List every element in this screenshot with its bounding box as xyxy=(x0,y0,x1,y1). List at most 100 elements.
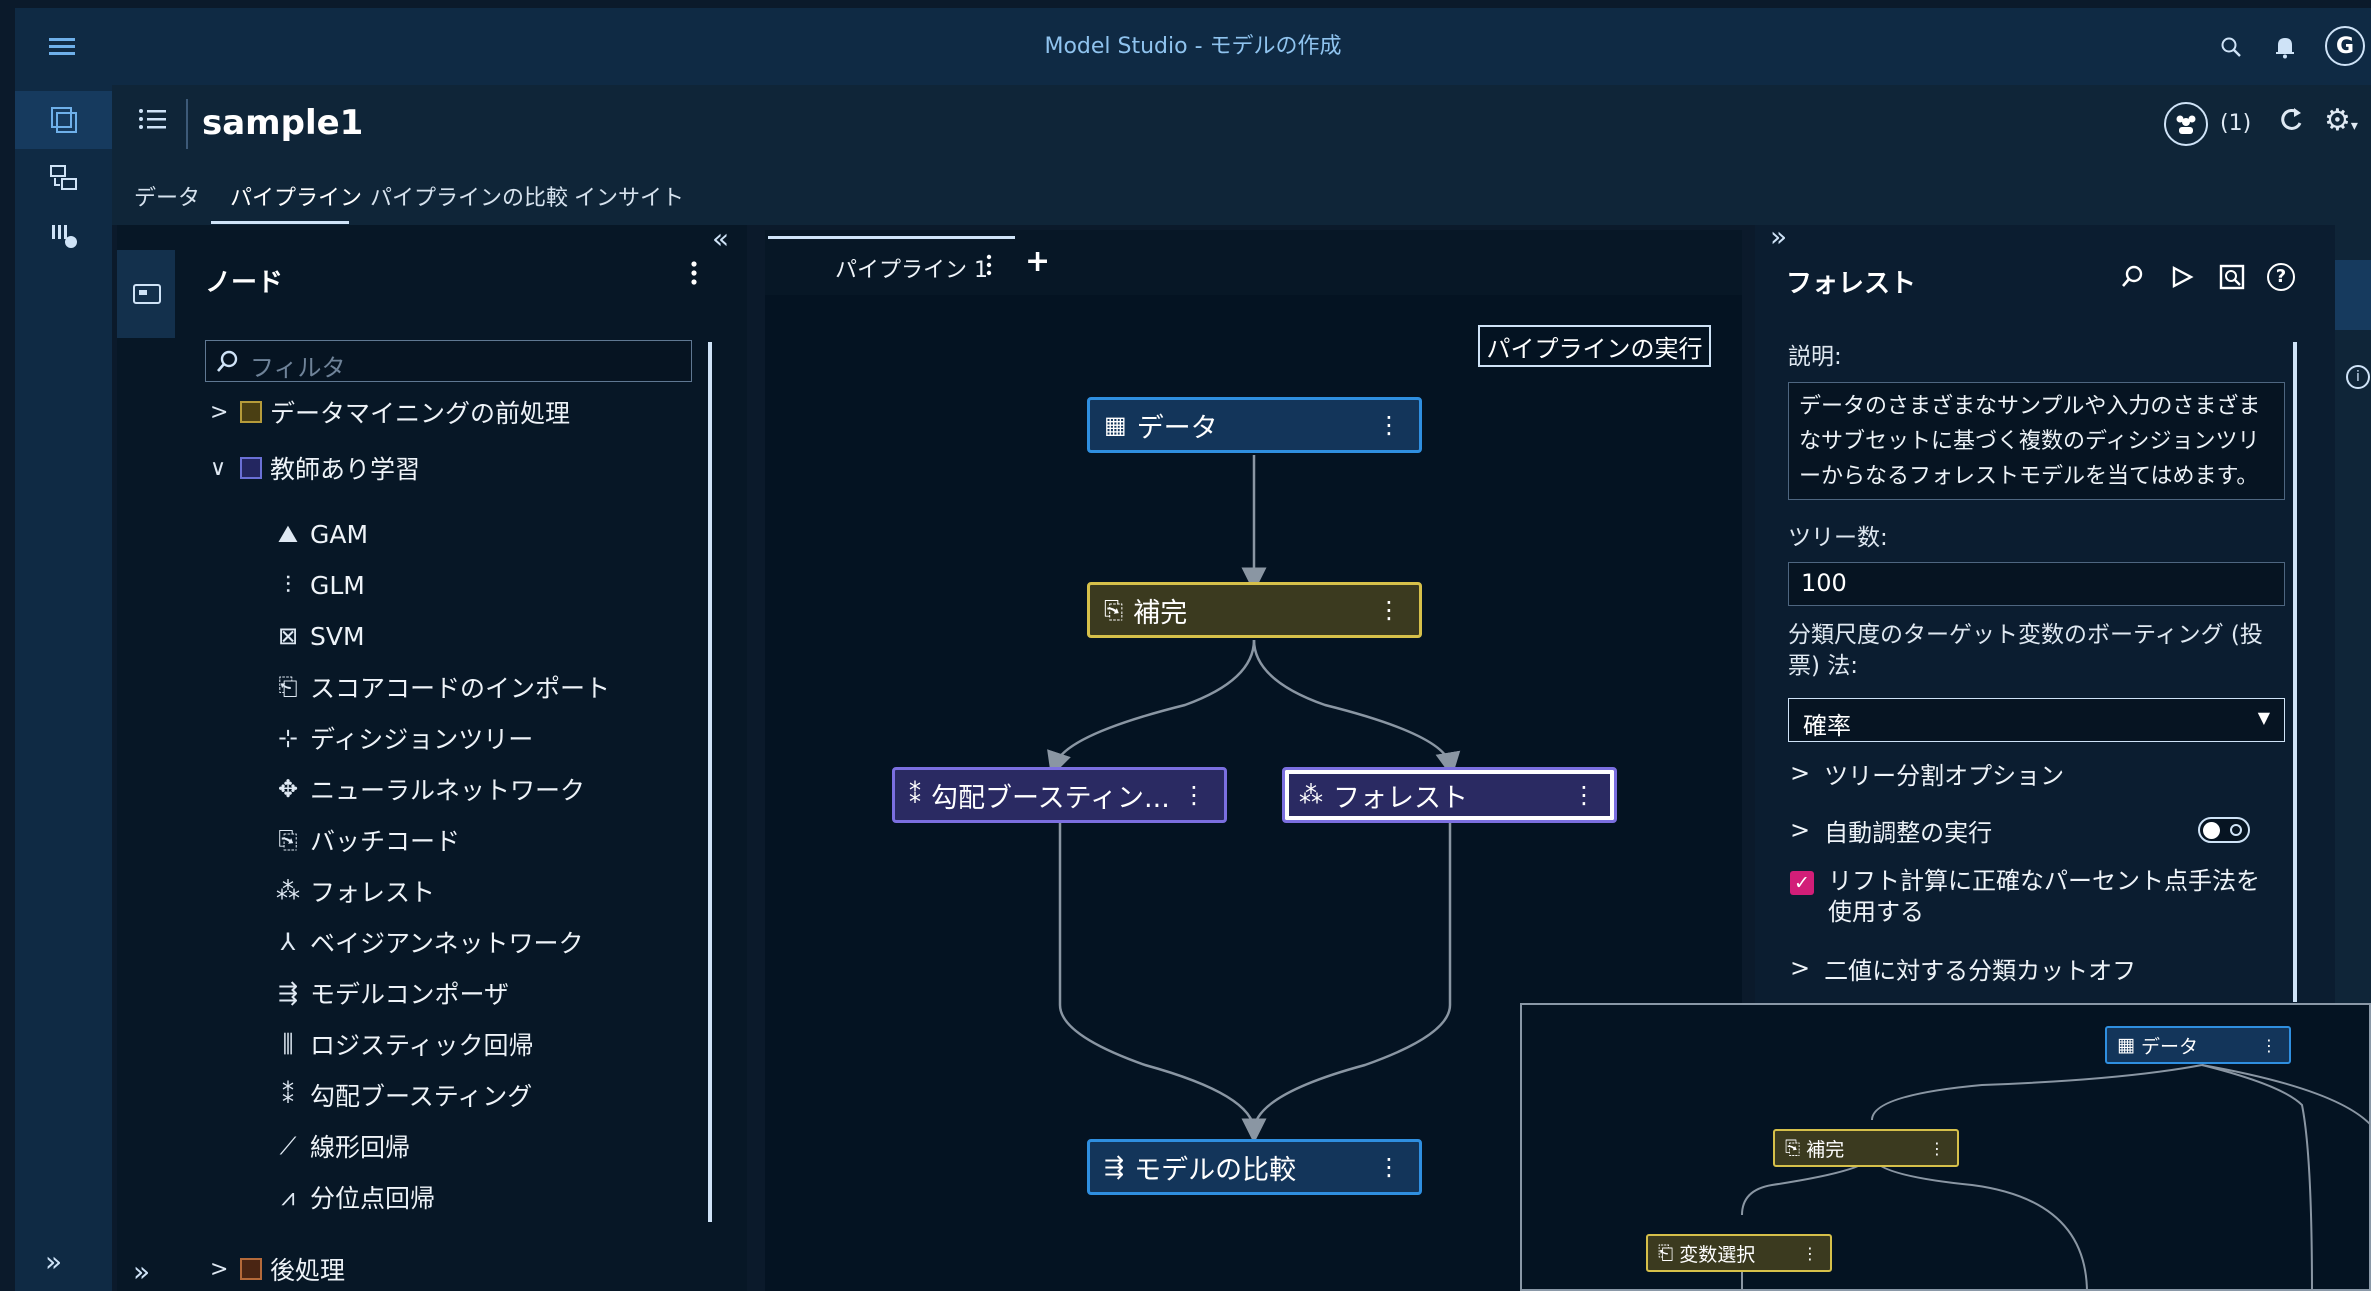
node-filter-field[interactable]: フィルタ xyxy=(205,340,692,382)
tab-pipeline[interactable]: パイプライン xyxy=(230,180,362,220)
category-postprocess[interactable]: > 後処理 xyxy=(210,1244,690,1291)
lift-checkbox[interactable]: ✓ xyxy=(1790,871,1814,895)
node-more-icon[interactable]: ⋮ xyxy=(1572,781,1596,809)
variable-selection-icon: ⎗ xyxy=(1658,1242,1674,1264)
properties-title: フォレスト xyxy=(1786,269,1917,299)
node-more-icon: ⋮ xyxy=(1929,1138,1945,1158)
pipeline-node-gradient-boosting[interactable]: ⁑ 勾配ブースティン... ⋮ xyxy=(892,767,1227,823)
settings-gear-icon[interactable]: ⚙▾ xyxy=(2324,103,2358,138)
linear-regression-icon: ⟋ xyxy=(279,1132,297,1160)
info-icon[interactable]: i xyxy=(2346,365,2370,389)
category-preprocess[interactable]: > データマイニングの前処理 xyxy=(210,387,700,437)
list-item[interactable]: ✥ ニューラルネットワーク xyxy=(272,767,702,811)
pipeline-node-forest[interactable]: ⁂ フォレスト ⋮ xyxy=(1282,767,1617,823)
autotune-section-toggle[interactable]: > 自動調整の実行 xyxy=(1790,813,1992,847)
node-panel-more-icon[interactable] xyxy=(690,258,698,288)
add-pipeline-icon[interactable]: + xyxy=(1025,244,1050,279)
list-item[interactable]: ⅄ ベイジアンネットワーク xyxy=(272,920,702,964)
header-divider xyxy=(186,99,188,149)
pipeline-minimap[interactable]: ▦ データ ⋮ ⎘ 補完 ⋮ ⎗ 変数選択 ⋮ xyxy=(1520,1003,2371,1291)
refresh-icon[interactable] xyxy=(2276,105,2306,135)
minimap-node-variable-selection: ⎗ 変数選択 ⋮ xyxy=(1646,1234,1832,1272)
category-supervised[interactable]: ∨ 教師あり学習 xyxy=(210,443,700,493)
node-panel-tab[interactable] xyxy=(117,250,175,338)
tree-split-options-toggle[interactable]: > ツリー分割オプション xyxy=(1790,756,2064,790)
pipeline-node-model-comparison[interactable]: ⇶ モデルの比較 ⋮ xyxy=(1087,1139,1422,1195)
list-item[interactable]: ⊠ SVM xyxy=(272,614,702,658)
category-color-swatch xyxy=(240,401,262,423)
binary-cutoff-toggle[interactable]: > 二値に対する分類カットオフ xyxy=(1790,951,2136,985)
list-item[interactable]: ⁂ フォレスト xyxy=(272,869,702,913)
list-item[interactable]: ⛰ GAM xyxy=(272,512,702,556)
top-bar: Model Studio - モデルの作成 G xyxy=(15,8,2371,85)
list-item[interactable]: ⫶ GLM xyxy=(272,563,702,607)
pipeline-tab[interactable]: パイプライン 1 xyxy=(835,252,988,284)
list-item[interactable]: ⊹ ディシジョンツリー xyxy=(272,716,702,760)
filter-placeholder: フィルタ xyxy=(250,354,346,382)
tree-count-input[interactable]: 100 xyxy=(1788,562,2285,606)
search-icon[interactable] xyxy=(2211,27,2251,67)
left-rail: » xyxy=(15,85,112,1291)
logistic-regression-icon: ⫼ xyxy=(282,1030,294,1058)
tab-pipeline-comparison[interactable]: パイプラインの比較 xyxy=(370,180,568,220)
chevron-right-icon: > xyxy=(1790,816,1811,844)
chevron-right-icon: > xyxy=(1790,954,1811,982)
gradient-boosting-icon: ⁑ xyxy=(909,781,921,809)
properties-search-icon[interactable] xyxy=(2120,264,2146,290)
pipeline-tab-more-icon[interactable] xyxy=(986,252,992,278)
project-title: sample1 xyxy=(202,103,364,143)
list-item[interactable]: ⁑ 勾配ブースティング xyxy=(272,1073,702,1117)
chevron-right-icon: > xyxy=(210,399,229,425)
node-more-icon[interactable]: ⋮ xyxy=(1377,596,1401,624)
user-avatar[interactable]: G xyxy=(2325,26,2365,66)
node-results-icon[interactable] xyxy=(2218,263,2246,291)
filter-search-icon xyxy=(216,349,240,373)
category-label: 教師あり学習 xyxy=(270,455,421,484)
voting-method-value: 確率 xyxy=(1803,712,1851,740)
help-icon[interactable]: ? xyxy=(2267,263,2295,291)
node-more-icon: ⋮ xyxy=(2261,1035,2277,1055)
node-list-scrollbar[interactable] xyxy=(708,342,712,1222)
pipeline-node-impute[interactable]: ⎘ 補完 ⋮ xyxy=(1087,582,1422,638)
list-item[interactable]: ⩘ 分位点回帰 xyxy=(272,1175,702,1219)
chevron-down-icon: ∨ xyxy=(210,455,227,481)
expand-rail-icon[interactable]: » xyxy=(45,1245,62,1278)
collapse-right-panel-icon[interactable]: » xyxy=(1770,220,1787,253)
collapse-left-panel-icon[interactable]: « xyxy=(712,222,729,255)
model-manager-icon[interactable] xyxy=(15,207,112,265)
description-label: 説明: xyxy=(1788,344,1842,370)
category-label: データマイニングの前処理 xyxy=(270,399,571,428)
score-code-icon: ⎗ xyxy=(278,673,298,701)
run-node-icon[interactable] xyxy=(2170,265,2194,289)
tab-insights[interactable]: インサイト xyxy=(574,180,684,220)
projects-icon[interactable] xyxy=(15,91,112,149)
data-table-icon: ▦ xyxy=(2117,1034,2135,1056)
autotune-switch[interactable] xyxy=(2198,817,2250,843)
voting-method-select[interactable]: 確率 ▼ xyxy=(1788,698,2285,742)
voting-method-label: 分類尺度のターゲット変数のボーティング (投票) 法: xyxy=(1788,622,2263,679)
node-more-icon[interactable]: ⋮ xyxy=(1377,411,1401,439)
node-more-icon[interactable]: ⋮ xyxy=(1377,1153,1401,1181)
list-item[interactable]: ⟋ 線形回帰 xyxy=(272,1124,702,1168)
list-item[interactable]: ⫼ ロジスティック回帰 xyxy=(272,1022,702,1066)
collaborators-icon[interactable] xyxy=(2164,102,2208,146)
node-more-icon[interactable]: ⋮ xyxy=(1182,781,1206,809)
list-item[interactable]: ⎘ バッチコード xyxy=(272,818,702,862)
pipeline-node-data[interactable]: ▦ データ ⋮ xyxy=(1087,397,1422,453)
node-tree: > データマイニングの前処理 ∨ 教師あり学習 xyxy=(210,387,700,493)
chevron-right-icon: > xyxy=(210,1256,229,1282)
list-menu-icon[interactable] xyxy=(138,107,166,131)
notification-bell-icon[interactable] xyxy=(2265,27,2305,67)
glm-icon: ⫶ xyxy=(285,571,291,599)
data-transfer-icon[interactable] xyxy=(15,149,112,207)
list-item[interactable]: ⇶ モデルコンポーザ xyxy=(272,971,702,1015)
properties-scrollbar[interactable] xyxy=(2293,342,2297,1002)
forest-icon: ⁂ xyxy=(276,877,300,905)
app-title: Model Studio - モデルの作成 xyxy=(1044,34,1342,59)
list-item[interactable]: ⎗ スコアコードのインポート xyxy=(272,665,702,709)
bayesian-network-icon: ⅄ xyxy=(280,928,296,956)
impute-icon: ⎘ xyxy=(1104,596,1124,624)
expand-node-panel-icon[interactable]: » xyxy=(133,1255,150,1288)
tab-data[interactable]: データ xyxy=(134,180,200,220)
properties-tab-icon[interactable] xyxy=(2335,260,2371,330)
